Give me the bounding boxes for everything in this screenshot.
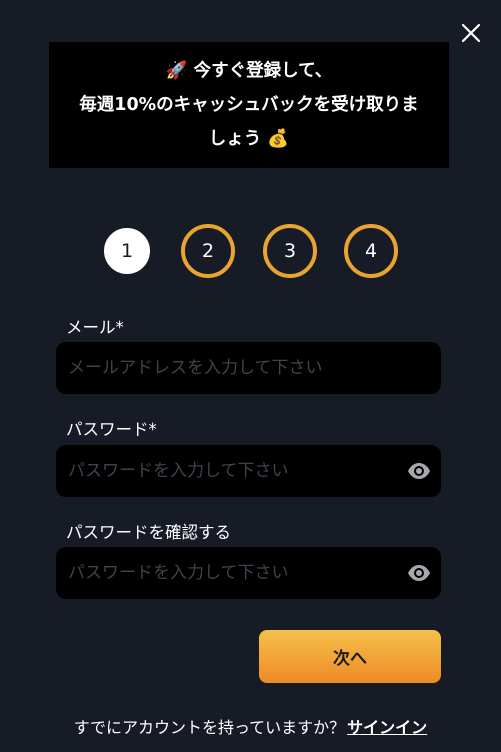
banner-line-2: 毎週10%のキャッシュバックを受け取りま	[79, 95, 419, 115]
confirm-password-field-container	[56, 547, 441, 599]
eye-icon[interactable]	[407, 460, 431, 482]
password-field[interactable]	[66, 460, 385, 482]
step-4: 4	[344, 224, 398, 278]
banner-line-1: 🚀 今すぐ登録して、	[166, 54, 333, 88]
money-bag-icon: 💰	[267, 129, 290, 149]
step-3: 3	[263, 224, 317, 278]
step-1: 1	[104, 228, 150, 274]
banner-text-1: 今すぐ登録して、	[187, 61, 333, 81]
required-marker: *	[115, 318, 124, 337]
email-label: メール*	[66, 314, 124, 338]
confirm-password-label: パスワードを確認する	[66, 523, 231, 542]
step-indicator: 1 2 3 4	[0, 224, 501, 278]
signin-question: すでにアカウントを持っていますか？	[73, 718, 346, 737]
password-field-container	[56, 445, 441, 497]
next-button[interactable]: 次へ	[259, 630, 441, 683]
close-icon[interactable]	[455, 17, 487, 49]
confirm-password-field[interactable]	[66, 562, 385, 584]
signin-link[interactable]: サインイン	[347, 714, 427, 738]
signin-prompt: すでにアカウントを持っていますか？ サインイン	[0, 714, 501, 738]
password-label-text: パスワード	[66, 420, 149, 439]
password-label: パスワード*	[66, 416, 157, 440]
email-label-text: メール	[66, 318, 116, 337]
banner-text-3: しょう	[208, 129, 268, 149]
email-field[interactable]	[66, 357, 385, 379]
rocket-icon: 🚀	[165, 61, 188, 81]
email-field-container	[56, 342, 441, 394]
required-marker: *	[148, 420, 157, 439]
step-2: 2	[181, 224, 235, 278]
promo-banner: 🚀 今すぐ登録して、 毎週10%のキャッシュバックを受け取りま しょう 💰	[49, 42, 449, 168]
eye-icon[interactable]	[407, 562, 431, 584]
banner-line-3: しょう 💰	[209, 122, 289, 156]
